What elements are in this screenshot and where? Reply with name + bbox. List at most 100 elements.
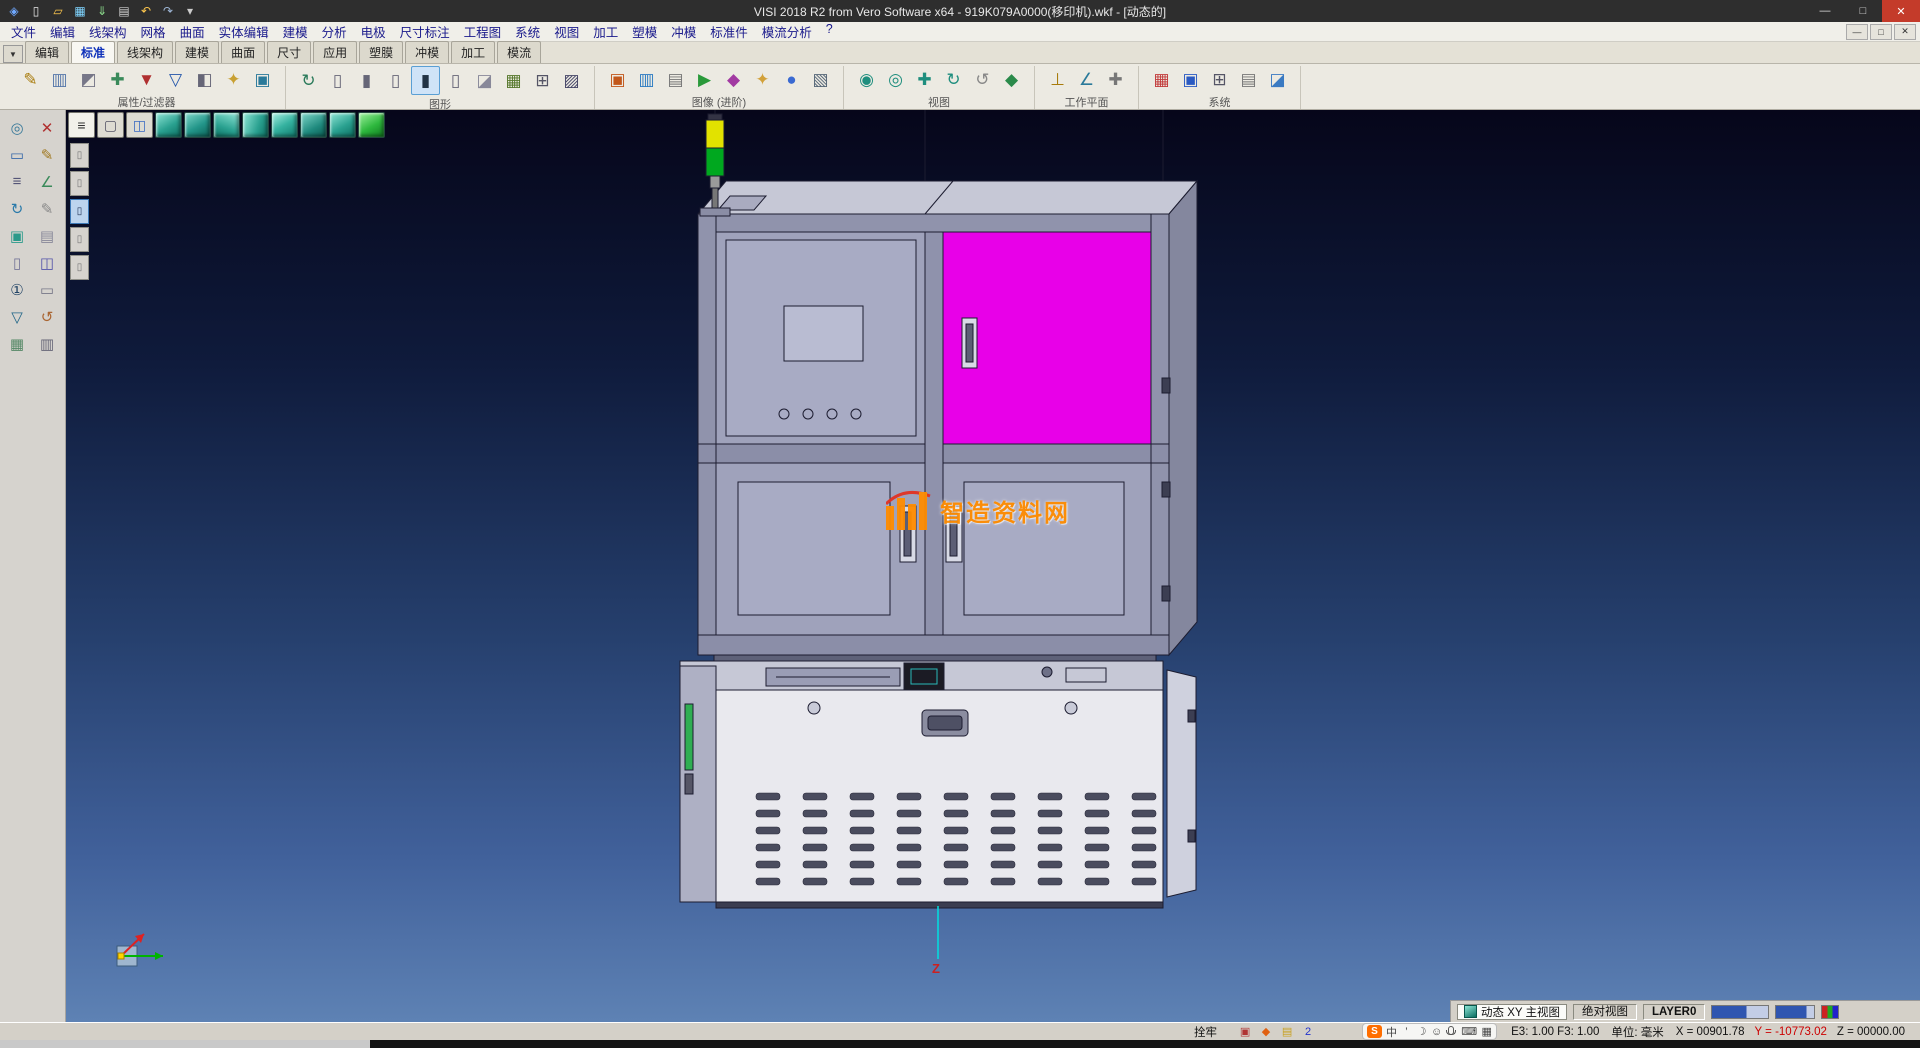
tab-modeling[interactable]: 建模 — [175, 41, 219, 63]
axon-view-cube-icon[interactable] — [155, 112, 182, 138]
iso-view-cube-icon[interactable] — [271, 112, 298, 138]
rotate-tool-icon[interactable]: ↻ — [3, 196, 31, 221]
flame-tray-icon[interactable]: ◆ — [1258, 1025, 1274, 1039]
tab-machining[interactable]: 加工 — [451, 41, 495, 63]
menu-view[interactable]: 视图 — [547, 21, 586, 42]
menu-electrode[interactable]: 电极 — [354, 21, 393, 42]
menu-analysis[interactable]: 分析 — [315, 21, 354, 42]
save-icon[interactable]: ▦ — [70, 2, 90, 20]
tab-dimension[interactable]: 尺寸 — [267, 41, 311, 63]
play-animation-icon[interactable]: ▶ — [691, 66, 718, 93]
multi-window-icon[interactable]: ⊞ — [529, 67, 556, 94]
dimension-tool-icon[interactable]: ① — [3, 277, 31, 302]
menu-file[interactable]: 文件 — [4, 21, 43, 42]
tab-die[interactable]: 冲模 — [405, 41, 449, 63]
line-weight-icon[interactable]: ▮ — [353, 67, 380, 94]
delete-icon[interactable]: ✕ — [33, 115, 61, 140]
display-grid-icon[interactable]: ▦ — [500, 67, 527, 94]
undo-tool-icon[interactable]: ↺ — [33, 304, 61, 329]
menu-machining[interactable]: 加工 — [586, 21, 625, 42]
copy-tool-icon[interactable]: ▥ — [33, 331, 61, 356]
shaded-mode-icon[interactable]: ▮ — [411, 66, 440, 95]
ime-mic-icon[interactable] — [1446, 1026, 1457, 1038]
menu-edit[interactable]: 编辑 — [43, 21, 82, 42]
side-view-cube-icon[interactable] — [242, 112, 269, 138]
minimize-button[interactable]: — — [1806, 0, 1844, 22]
ime-toolbox-icon[interactable]: ▦ — [1481, 1025, 1492, 1038]
front-view-cube-icon[interactable] — [184, 112, 211, 138]
ime-night-mode-icon[interactable]: ☽ — [1416, 1025, 1427, 1038]
viewport-tab-4-icon[interactable]: ▯ — [70, 227, 89, 252]
shaded-green-cube-icon[interactable] — [358, 112, 385, 138]
menu-mesh[interactable]: 网格 — [134, 21, 173, 42]
mirror-tool-icon[interactable]: ◫ — [33, 250, 61, 275]
viewport-3d[interactable]: Z ≡▢◫ ▯▯▯▯▯ 智造资料网 — [66, 110, 1920, 1022]
measure-icon[interactable]: ∠ — [33, 169, 61, 194]
ime-toolbar[interactable]: S 中’☽☺⌨▦ — [1362, 1023, 1497, 1040]
sheet-icon[interactable]: ▤ — [33, 223, 61, 248]
new-file-icon[interactable]: ▯ — [26, 2, 46, 20]
texture-icon[interactable]: ◆ — [720, 66, 747, 93]
zoom-window-icon[interactable]: ◎ — [882, 66, 909, 93]
folder-tray-icon[interactable]: ▤ — [1279, 1025, 1295, 1039]
update-badge[interactable]: 2 — [1300, 1025, 1316, 1039]
align-workplane-icon[interactable]: ∠ — [1073, 66, 1100, 93]
ruler-icon[interactable]: ▭ — [33, 277, 61, 302]
menu-wireframe[interactable]: 线架构 — [82, 21, 134, 42]
menu-die[interactable]: 冲模 — [664, 21, 703, 42]
reset-workplane-icon[interactable]: ✚ — [1102, 66, 1129, 93]
calculator-icon[interactable]: ⊞ — [1206, 66, 1233, 93]
menu-system[interactable]: 系统 — [508, 21, 547, 42]
rectangle-tool-icon[interactable]: ▭ — [3, 142, 31, 167]
mask-elements-icon[interactable]: ◧ — [191, 66, 218, 93]
ime-emoji-icon[interactable]: ☺ — [1431, 1026, 1442, 1038]
print-image-icon[interactable]: ▤ — [662, 66, 689, 93]
zoom-select-icon[interactable]: ◎ — [3, 115, 31, 140]
menu-solid-edit[interactable]: 实体编辑 — [212, 21, 276, 42]
active-layer-indicator[interactable]: LAYER0 — [1643, 1004, 1705, 1020]
mdi-minimize-button[interactable]: — — [1846, 24, 1868, 40]
grid-tool-icon[interactable]: ▦ — [3, 331, 31, 356]
performance-icon[interactable]: ◪ — [1264, 66, 1291, 93]
capture-image-icon[interactable]: ▣ — [604, 66, 631, 93]
edit-entity-icon[interactable]: ✎ — [33, 142, 61, 167]
ime-mode-chinese[interactable]: 中 — [1386, 1024, 1397, 1040]
app-icon[interactable]: ◈ — [4, 2, 24, 20]
snap-toggle[interactable]: 拴牢 — [1188, 1024, 1223, 1040]
previous-view-icon[interactable]: ↺ — [969, 66, 996, 93]
quick-access-menu-icon[interactable]: ▾ — [180, 2, 200, 20]
close-button[interactable]: ✕ — [1882, 0, 1920, 22]
dimetric-view-cube-icon[interactable] — [329, 112, 356, 138]
sketch-icon[interactable]: ✎ — [33, 196, 61, 221]
wireframe-mode-icon[interactable]: ▯ — [382, 67, 409, 94]
import-icon[interactable]: ⇓ — [92, 2, 112, 20]
lighting-icon[interactable]: ✦ — [749, 66, 776, 93]
edit-attributes-icon[interactable]: ✎ — [17, 66, 44, 93]
back-view-cube-icon[interactable] — [300, 112, 327, 138]
zoom-extents-icon[interactable]: ◉ — [853, 66, 880, 93]
print-icon[interactable]: ▤ — [114, 2, 134, 20]
workbook-tray-icon[interactable]: ▣ — [1237, 1025, 1253, 1039]
ime-keyboard-icon[interactable]: ⌨ — [1461, 1025, 1477, 1038]
viewport-layout-icon[interactable]: ▢ — [97, 112, 124, 138]
tab-surface[interactable]: 曲面 — [221, 41, 265, 63]
color-table-icon[interactable]: ▦ — [1148, 66, 1175, 93]
selection-filter-icon[interactable]: ▣ — [249, 66, 276, 93]
filter-include-icon[interactable]: ▼ — [133, 66, 160, 93]
tab-edit[interactable]: 编辑 — [25, 41, 69, 63]
maximize-button[interactable]: □ — [1844, 0, 1882, 22]
menu-dimension[interactable]: 尺寸标注 — [393, 21, 457, 42]
menu-modeling[interactable]: 建模 — [276, 21, 315, 42]
tab-overflow-button[interactable]: ▼ — [3, 45, 23, 63]
refresh-graphics-icon[interactable]: ↻ — [295, 67, 322, 94]
workplane-icon[interactable]: ⊥ — [1044, 66, 1071, 93]
viewport-tab-5-icon[interactable]: ▯ — [70, 255, 89, 280]
tab-standard[interactable]: 标准 — [71, 41, 115, 63]
render-settings-icon[interactable]: ▨ — [558, 67, 585, 94]
viewport-tab-2-icon[interactable]: ▯ — [70, 171, 89, 196]
top-view-cube-icon[interactable] — [213, 112, 240, 138]
highlight-elements-icon[interactable]: ✦ — [220, 66, 247, 93]
filter-exclude-icon[interactable]: ▽ — [162, 66, 189, 93]
hidden-line-mode-icon[interactable]: ▯ — [442, 67, 469, 94]
attribute-painter-icon[interactable]: ◩ — [75, 66, 102, 93]
